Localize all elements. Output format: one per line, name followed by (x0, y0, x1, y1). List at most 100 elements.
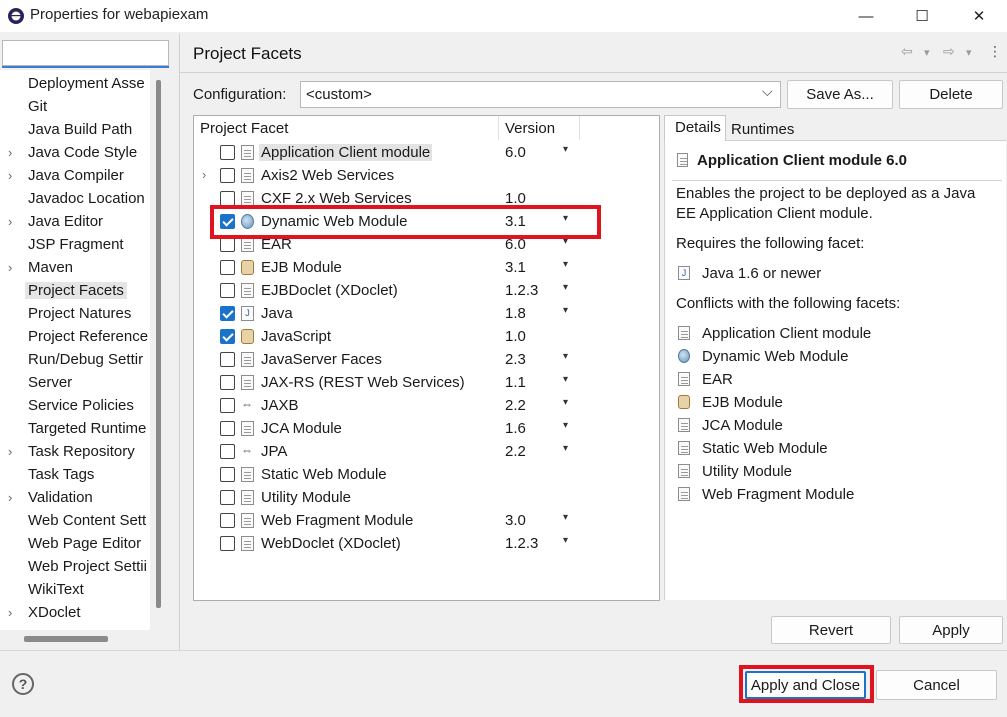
nav-filter-input[interactable] (2, 40, 169, 66)
apply-button[interactable]: Apply (899, 616, 1003, 644)
facet-row[interactable]: JavaServer Faces 2.3 ▾ (194, 348, 654, 371)
facet-checkbox[interactable] (220, 352, 235, 367)
back-arrow-icon[interactable]: ⇦ (901, 43, 913, 60)
chevron-right-icon[interactable]: › (8, 444, 20, 459)
close-button[interactable]: ✕ (951, 0, 1007, 32)
nav-item[interactable]: JSP Fragment (0, 233, 150, 256)
nav-item[interactable]: Targeted Runtime (0, 417, 150, 440)
revert-button[interactable]: Revert (771, 616, 891, 644)
facet-row[interactable]: ⇔ JPA 2.2 ▾ (194, 440, 654, 463)
nav-item[interactable]: Web Project Settii (0, 555, 150, 578)
facet-checkbox[interactable] (220, 237, 235, 252)
facet-checkbox[interactable] (220, 398, 235, 413)
facet-version[interactable]: 1.1 (505, 374, 526, 391)
nav-vertical-scroll-thumb[interactable] (156, 80, 161, 608)
facet-version[interactable]: 6.0 (505, 144, 526, 161)
sash-divider[interactable] (179, 34, 180, 650)
facet-version[interactable]: 1.8 (505, 305, 526, 322)
facet-checkbox[interactable] (220, 145, 235, 160)
facet-checkbox[interactable] (220, 375, 235, 390)
version-dropdown-icon[interactable]: ▾ (563, 305, 568, 316)
chevron-right-icon[interactable]: › (8, 214, 20, 229)
nav-item[interactable]: Service Policies (0, 394, 150, 417)
back-history-dropdown-icon[interactable]: ▾ (924, 46, 930, 59)
version-dropdown-icon[interactable]: ▾ (563, 351, 568, 362)
nav-item[interactable]: › Java Editor (0, 210, 150, 233)
facet-checkbox[interactable] (220, 536, 235, 551)
chevron-right-icon[interactable]: › (202, 167, 206, 182)
facet-version[interactable]: 2.3 (505, 351, 526, 368)
facet-row[interactable]: JCA Module 1.6 ▾ (194, 417, 654, 440)
column-divider[interactable] (579, 116, 580, 140)
chevron-right-icon[interactable]: › (8, 490, 20, 505)
facet-row[interactable]: JavaScript 1.0 (194, 325, 654, 348)
cancel-button[interactable]: Cancel (876, 670, 997, 700)
chevron-down-icon[interactable]: ⌵ (762, 83, 773, 100)
facet-row[interactable]: Web Fragment Module 3.0 ▾ (194, 509, 654, 532)
facet-checkbox[interactable] (220, 467, 235, 482)
facet-checkbox[interactable] (220, 513, 235, 528)
nav-item[interactable]: Javadoc Location (0, 187, 150, 210)
nav-item[interactable]: › XDoclet (0, 601, 150, 624)
nav-item[interactable]: Run/Debug Settir (0, 348, 150, 371)
nav-item[interactable]: Project Natures (0, 302, 150, 325)
facet-row[interactable]: EJB Module 3.1 ▾ (194, 256, 654, 279)
nav-item[interactable]: Project Facets (0, 279, 150, 302)
version-dropdown-icon[interactable]: ▾ (563, 443, 568, 454)
facet-version[interactable]: 1.2.3 (505, 535, 538, 552)
nav-item[interactable]: Deployment Asse (0, 72, 150, 95)
facet-version[interactable]: 3.1 (505, 259, 526, 276)
facet-checkbox[interactable] (220, 444, 235, 459)
facet-row[interactable]: › Axis2 Web Services (194, 164, 654, 187)
version-dropdown-icon[interactable]: ▾ (563, 512, 568, 523)
facet-checkbox[interactable] (220, 283, 235, 298)
nav-item[interactable]: › Validation (0, 486, 150, 509)
forward-arrow-icon[interactable]: ⇨ (943, 43, 955, 60)
facet-checkbox[interactable] (220, 191, 235, 206)
version-dropdown-icon[interactable]: ▾ (563, 535, 568, 546)
facet-checkbox[interactable] (220, 306, 235, 321)
facet-row[interactable]: JAX-RS (REST Web Services) 1.1 ▾ (194, 371, 654, 394)
help-icon[interactable]: ? (12, 673, 34, 695)
chevron-right-icon[interactable]: › (8, 260, 20, 275)
column-header-version[interactable]: Version (505, 120, 555, 137)
facet-version[interactable]: 2.2 (505, 397, 526, 414)
view-menu-icon[interactable]: ⋮ (988, 43, 1002, 60)
facet-version[interactable]: 1.0 (505, 328, 526, 345)
facet-checkbox[interactable] (220, 168, 235, 183)
nav-item[interactable]: Project Reference (0, 325, 150, 348)
facet-row[interactable]: J Java 1.8 ▾ (194, 302, 654, 325)
tab-details-label[interactable]: Details (675, 119, 721, 136)
facet-row[interactable]: Static Web Module (194, 463, 654, 486)
delete-button[interactable]: Delete (899, 80, 1003, 109)
chevron-right-icon[interactable]: › (8, 605, 20, 620)
nav-item[interactable]: › Java Code Style (0, 141, 150, 164)
version-dropdown-icon[interactable]: ▾ (563, 259, 568, 270)
facet-checkbox[interactable] (220, 490, 235, 505)
nav-item[interactable]: › Maven (0, 256, 150, 279)
nav-item[interactable]: Web Content Sett (0, 509, 150, 532)
configuration-select[interactable] (300, 81, 781, 108)
facet-row[interactable]: Application Client module 6.0 ▾ (194, 141, 654, 164)
facet-row[interactable]: EJBDoclet (XDoclet) 1.2.3 ▾ (194, 279, 654, 302)
maximize-button[interactable]: ☐ (894, 0, 950, 32)
facet-checkbox[interactable] (220, 260, 235, 275)
facet-row[interactable]: Utility Module (194, 486, 654, 509)
column-divider[interactable] (498, 116, 499, 140)
save-as-button[interactable]: Save As... (787, 80, 893, 109)
facet-row[interactable]: WebDoclet (XDoclet) 1.2.3 ▾ (194, 532, 654, 555)
version-dropdown-icon[interactable]: ▾ (563, 282, 568, 293)
facet-version[interactable]: 3.0 (505, 512, 526, 529)
chevron-right-icon[interactable]: › (8, 145, 20, 160)
facet-row[interactable]: ⇔ JAXB 2.2 ▾ (194, 394, 654, 417)
version-dropdown-icon[interactable]: ▾ (563, 374, 568, 385)
nav-item[interactable]: Git (0, 95, 150, 118)
nav-item[interactable]: › Task Repository (0, 440, 150, 463)
nav-horizontal-scroll-thumb[interactable] (24, 636, 108, 642)
nav-item[interactable]: WikiText (0, 578, 150, 601)
minimize-button[interactable]: — (838, 0, 894, 32)
facet-checkbox[interactable] (220, 329, 235, 344)
facet-version[interactable]: 1.2.3 (505, 282, 538, 299)
column-header-project-facet[interactable]: Project Facet (200, 120, 288, 137)
version-dropdown-icon[interactable]: ▾ (563, 420, 568, 431)
